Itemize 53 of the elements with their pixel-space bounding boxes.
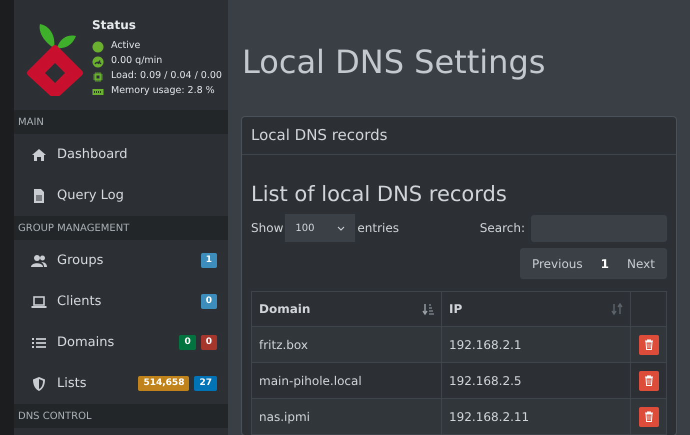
cpu-chip-icon [92, 70, 104, 82]
home-icon [31, 146, 47, 162]
column-header[interactable]: IP [449, 300, 462, 318]
section-header: DNS CONTROL [18, 410, 92, 424]
count-badge: 1 [200, 253, 217, 268]
status-text: Load: 0.09 / 0.04 / 0.00 [111, 69, 222, 84]
table-cell: nas.ipmi [259, 410, 310, 424]
status-text: Memory usage: 2.8 % [111, 84, 215, 98]
count-badge: 514,658 [138, 376, 190, 391]
count-badge: 0 [200, 294, 217, 309]
count-badge: 27 [194, 376, 217, 391]
section-header: MAIN [18, 116, 44, 130]
trash-icon [644, 375, 654, 386]
delete-button[interactable] [638, 334, 658, 354]
entries-dropdown[interactable]: 100 [285, 214, 356, 242]
table-cell: fritz.box [259, 338, 308, 352]
pagination-button[interactable]: Previous [524, 251, 591, 276]
shield-icon [31, 376, 47, 392]
nav-item[interactable]: Domains 0 0 [14, 322, 228, 363]
pagination-button[interactable]: Next [619, 251, 663, 276]
table-cell: 192.168.2.11 [449, 410, 530, 424]
list-title: List of local DNS records [251, 181, 508, 208]
column-header[interactable]: Domain [259, 300, 310, 318]
nav-item[interactable]: Query Log [14, 175, 228, 216]
table-cell: 192.168.2.1 [449, 338, 522, 352]
page-title: Local DNS Settings [241, 42, 546, 83]
trash-icon [644, 339, 654, 350]
status-text: 0.00 q/min [111, 54, 162, 68]
count-badge: 0 [200, 335, 217, 350]
nav-item[interactable]: Lists 514,658 27 [14, 363, 228, 404]
nav-item[interactable]: Clients 0 [14, 281, 228, 322]
delete-button[interactable] [638, 370, 658, 390]
status-title: Status [92, 17, 137, 34]
count-badge: 0 [179, 335, 196, 350]
search-label: Search: [480, 220, 525, 237]
delete-button[interactable] [638, 406, 658, 426]
panel-title: Local DNS records [251, 125, 388, 146]
gauge-icon [92, 56, 104, 68]
document-icon [31, 188, 47, 204]
entries-label: entries [357, 220, 399, 237]
table-cell: main-pihole.local [259, 374, 362, 388]
users-icon [31, 252, 47, 268]
table-cell: 192.168.2.5 [449, 374, 522, 388]
show-label: Show [251, 220, 284, 237]
laptop-icon [31, 294, 47, 310]
nav-item[interactable]: Groups 1 [14, 240, 228, 281]
caret-icon [337, 226, 346, 230]
status-text: Active [111, 39, 140, 54]
status-dot-icon [92, 40, 104, 52]
section-header: GROUP MANAGEMENT [18, 222, 130, 236]
pagination-button[interactable]: 1 [590, 251, 620, 276]
trash-icon [644, 411, 654, 422]
nav-item[interactable]: Dashboard [14, 134, 228, 175]
